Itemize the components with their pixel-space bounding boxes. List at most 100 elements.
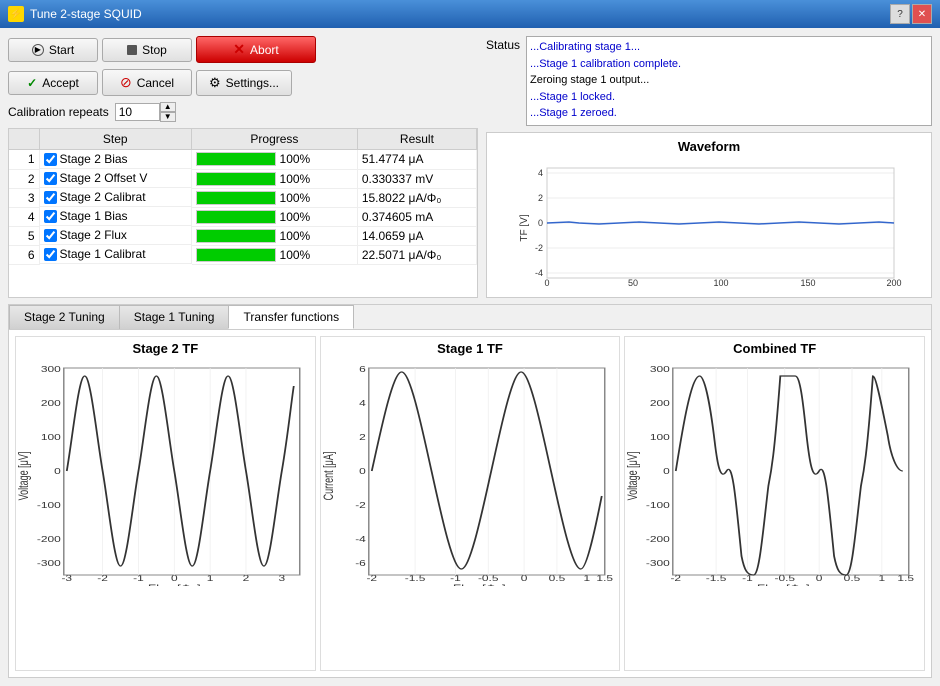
combined-chart: Voltage [μV] 300 200 100 0 -100 -200 -30… xyxy=(625,356,924,586)
settings-button[interactable]: ⚙ Settings... xyxy=(196,70,292,96)
svg-text:0: 0 xyxy=(171,575,178,584)
svg-text:0: 0 xyxy=(544,278,549,288)
svg-text:3: 3 xyxy=(278,575,285,584)
svg-text:Flux [Φ₀]: Flux [Φ₀] xyxy=(757,584,810,586)
row-checkbox[interactable] xyxy=(44,153,57,166)
row-checkbox-wrap[interactable]: Stage 2 Flux xyxy=(40,226,192,245)
row-result: 0.374605 mA xyxy=(357,207,476,226)
progress-fill xyxy=(197,153,275,165)
calibration-spinner[interactable]: ▲ ▼ xyxy=(115,102,176,122)
status-line: ...Stage 1 calibration complete. xyxy=(530,56,928,73)
svg-text:-1.5: -1.5 xyxy=(404,575,425,584)
spinner-down[interactable]: ▼ xyxy=(160,112,176,122)
close-button[interactable]: ✕ xyxy=(912,4,932,24)
status-line: Zeroing stage 1 output... xyxy=(530,72,928,89)
calibration-row: Calibration repeats ▲ ▼ xyxy=(8,102,478,122)
svg-text:200: 200 xyxy=(650,400,670,409)
svg-text:Current [μA]: Current [μA] xyxy=(322,452,336,501)
top-section: ▶ Start Stop ✕ Abort ✓ Accept ⊘ xyxy=(8,36,932,298)
row-num: 6 xyxy=(9,245,39,264)
main-window: ▶ Start Stop ✕ Abort ✓ Accept ⊘ xyxy=(0,28,940,686)
row-name: Stage 1 Calibrat xyxy=(60,247,146,261)
row-result: 22.5071 μA/Φ₀ xyxy=(357,245,476,264)
svg-text:0: 0 xyxy=(663,468,670,477)
svg-text:0: 0 xyxy=(359,468,366,477)
window-controls[interactable]: ? ✕ xyxy=(890,4,932,24)
svg-text:100: 100 xyxy=(713,278,728,288)
accept-button[interactable]: ✓ Accept xyxy=(8,71,98,95)
svg-text:1: 1 xyxy=(207,575,214,584)
right-panel: Status ...Stage 2 locked....Converged, n… xyxy=(486,36,932,298)
progress-pct: 100% xyxy=(280,210,311,224)
abort-button[interactable]: ✕ Abort xyxy=(196,36,316,63)
progress-bar xyxy=(196,210,276,224)
tab-stage1-tuning[interactable]: Stage 1 Tuning xyxy=(119,305,230,329)
title-bar: ⚡ Tune 2-stage SQUID ? ✕ xyxy=(0,0,940,28)
calibration-input[interactable] xyxy=(115,103,160,121)
svg-text:1.5: 1.5 xyxy=(596,575,613,584)
row-checkbox[interactable] xyxy=(44,248,57,261)
svg-text:-100: -100 xyxy=(37,502,61,511)
row-num: 2 xyxy=(9,169,39,188)
row-checkbox[interactable] xyxy=(44,210,57,223)
svg-text:0: 0 xyxy=(538,218,543,228)
abort-icon: ✕ xyxy=(233,41,245,58)
row-num: 1 xyxy=(9,150,39,170)
spinner-arrows[interactable]: ▲ ▼ xyxy=(160,102,176,122)
progress-bar xyxy=(196,152,276,166)
svg-text:-2: -2 xyxy=(671,575,682,584)
bottom-section: Stage 2 Tuning Stage 1 Tuning Transfer f… xyxy=(8,304,932,678)
button-row-1: ▶ Start Stop ✕ Abort xyxy=(8,36,478,63)
svg-text:0.5: 0.5 xyxy=(548,575,565,584)
row-checkbox-wrap[interactable]: Stage 2 Calibrat xyxy=(40,188,192,207)
table-row: 4 Stage 1 Bias 100% 0.374605 mA xyxy=(9,207,477,226)
plot-stage1-tf: Stage 1 TF Current [μA] 6 4 2 0 -2 -4 -6… xyxy=(320,336,621,671)
row-result: 14.0659 μA xyxy=(357,226,476,245)
row-checkbox[interactable] xyxy=(44,229,57,242)
svg-text:TF [V]: TF [V] xyxy=(519,214,530,241)
tab-transfer-functions[interactable]: Transfer functions xyxy=(228,305,354,329)
row-name: Stage 2 Bias xyxy=(60,152,128,166)
start-button[interactable]: ▶ Start xyxy=(8,38,98,62)
progress-bar xyxy=(196,248,276,262)
tabs-row: Stage 2 Tuning Stage 1 Tuning Transfer f… xyxy=(9,305,931,330)
status-section: Status ...Stage 2 locked....Converged, n… xyxy=(486,36,932,126)
row-checkbox-wrap[interactable]: Stage 2 Offset V xyxy=(40,169,192,188)
col-step: Step xyxy=(39,129,192,150)
svg-text:-2: -2 xyxy=(97,575,108,584)
progress-pct: 100% xyxy=(280,229,311,243)
progress-bar xyxy=(196,191,276,205)
row-name: Stage 2 Flux xyxy=(60,228,127,242)
svg-text:Flux [Φ₀]: Flux [Φ₀] xyxy=(453,584,506,586)
row-checkbox[interactable] xyxy=(44,191,57,204)
col-step-num xyxy=(9,129,39,150)
row-num: 4 xyxy=(9,207,39,226)
row-progress: 100% xyxy=(192,207,358,226)
table-row: 6 Stage 1 Calibrat 100% 22.5071 μA/Φ₀ xyxy=(9,245,477,264)
row-checkbox-wrap[interactable]: Stage 1 Calibrat xyxy=(40,245,192,264)
progress-fill xyxy=(197,211,275,223)
help-button[interactable]: ? xyxy=(890,4,910,24)
waveform-title: Waveform xyxy=(493,139,925,154)
stop-button[interactable]: Stop xyxy=(102,38,192,62)
svg-text:1.5: 1.5 xyxy=(898,575,915,584)
row-checkbox[interactable] xyxy=(44,172,57,185)
progress-pct: 100% xyxy=(280,152,311,166)
svg-text:0: 0 xyxy=(520,575,527,584)
row-checkbox-wrap[interactable]: Stage 1 Bias xyxy=(40,207,192,226)
svg-text:Voltage [μV]: Voltage [μV] xyxy=(627,452,641,501)
svg-text:-0.5: -0.5 xyxy=(775,575,796,584)
tab-stage2-tuning[interactable]: Stage 2 Tuning xyxy=(9,305,120,329)
svg-text:-1: -1 xyxy=(133,575,144,584)
svg-text:300: 300 xyxy=(41,366,61,375)
svg-text:-4: -4 xyxy=(355,536,366,545)
spinner-up[interactable]: ▲ xyxy=(160,102,176,112)
svg-text:-1: -1 xyxy=(450,575,461,584)
progress-bar xyxy=(196,172,276,186)
progress-bar xyxy=(196,229,276,243)
cancel-button[interactable]: ⊘ Cancel xyxy=(102,69,192,96)
row-checkbox-wrap[interactable]: Stage 2 Bias xyxy=(40,150,192,169)
svg-text:2: 2 xyxy=(359,434,366,443)
row-result: 15.8022 μA/Φ₀ xyxy=(357,188,476,207)
waveform-chart: TF [V] 4 2 0 -2 -4 0 xyxy=(493,158,925,288)
